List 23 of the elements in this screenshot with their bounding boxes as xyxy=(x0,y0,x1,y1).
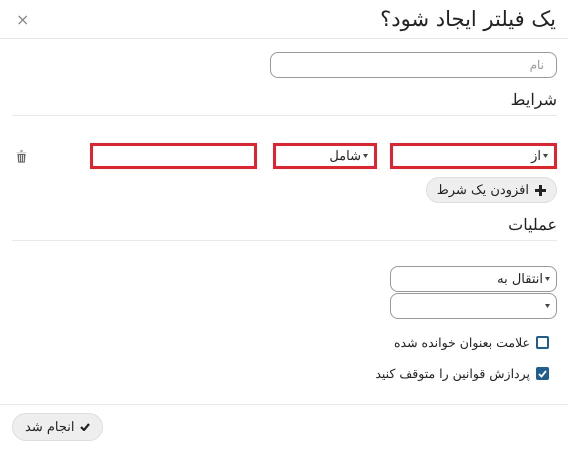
action-select[interactable]: انتقال به xyxy=(390,266,557,292)
caret-icon xyxy=(545,277,550,281)
value-field[interactable] xyxy=(90,143,257,169)
checkbox[interactable] xyxy=(536,336,549,349)
caret-icon xyxy=(545,304,550,308)
checkbox-label: علامت بعنوان خوانده شده xyxy=(394,335,530,350)
checkbox-label: پردازش قوانین را متوقف کنید xyxy=(375,366,530,381)
actions-heading: عملیات xyxy=(12,215,557,241)
caret-icon xyxy=(543,154,548,158)
trash-icon[interactable] xyxy=(16,150,27,162)
plus-icon xyxy=(535,184,546,196)
done-button[interactable]: انجام شد xyxy=(12,413,104,441)
close-button[interactable]: × xyxy=(14,10,32,28)
dialog-title: یک فیلتر ایجاد شود؟ xyxy=(380,7,556,31)
operator-select[interactable]: شامل xyxy=(273,143,377,169)
checkbox[interactable] xyxy=(536,367,549,380)
name-field[interactable]: نام xyxy=(270,52,557,78)
conditions-heading: شرایط xyxy=(12,90,557,116)
caret-icon xyxy=(363,154,368,158)
add-condition-button[interactable]: افزودن یک شرط xyxy=(426,177,557,203)
field-select[interactable]: از xyxy=(390,143,557,169)
check-icon xyxy=(80,423,90,431)
action-select[interactable] xyxy=(390,293,557,319)
